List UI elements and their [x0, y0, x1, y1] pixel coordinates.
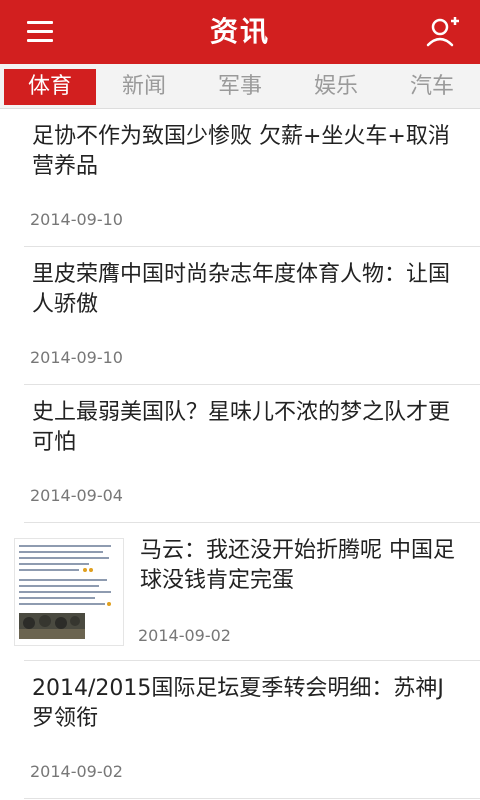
tab-auto[interactable]: 汽车: [386, 69, 478, 105]
article-thumbnail: [14, 538, 124, 646]
article-date: 2014-09-10: [30, 348, 123, 367]
user-add-icon[interactable]: [426, 16, 460, 48]
article-date: 2014-09-02: [138, 626, 231, 645]
list-item[interactable]: 2014/2015国际足坛夏季转会明细：苏神J罗领衔 2014-09-02: [24, 661, 480, 799]
article-date: 2014-09-10: [30, 210, 123, 229]
article-title: 马云：我还没开始折腾呢 中国足球没钱肯定完蛋: [140, 538, 455, 593]
article-list: 足协不作为致国少惨败 欠薪+坐火车+取消营养品 2014-09-10 里皮荣膺中…: [0, 109, 480, 799]
article-title: 里皮荣膺中国时尚杂志年度体育人物：让国人骄傲: [32, 262, 451, 317]
article-title: 史上最弱美国队？星味儿不浓的梦之队才更可怕: [32, 400, 451, 455]
top-bar: 资讯: [0, 0, 480, 64]
list-item[interactable]: 马云：我还没开始折腾呢 中国足球没钱肯定完蛋 2014-09-02: [14, 523, 480, 661]
article-title: 2014/2015国际足坛夏季转会明细：苏神J罗领衔: [32, 676, 444, 731]
article-date: 2014-09-04: [30, 486, 123, 505]
tab-news[interactable]: 新闻: [98, 69, 190, 105]
list-item[interactable]: 足协不作为致国少惨败 欠薪+坐火车+取消营养品 2014-09-10: [24, 109, 480, 247]
category-tabs: 体育 新闻 军事 娱乐 汽车: [0, 64, 480, 109]
article-date: 2014-09-02: [30, 762, 123, 781]
tab-entertainment[interactable]: 娱乐: [290, 69, 382, 105]
article-title: 足协不作为致国少惨败 欠薪+坐火车+取消营养品: [32, 124, 450, 179]
list-item[interactable]: 里皮荣膺中国时尚杂志年度体育人物：让国人骄傲 2014-09-10: [24, 247, 480, 385]
list-item[interactable]: 史上最弱美国队？星味儿不浓的梦之队才更可怕 2014-09-04: [24, 385, 480, 523]
tab-sports[interactable]: 体育: [4, 69, 96, 105]
app-root: 资讯 体育 新闻 军事 娱乐 汽车 足协不作为致国少惨败 欠薪+坐火车+取消营养…: [0, 0, 480, 800]
tab-military[interactable]: 军事: [194, 69, 286, 105]
page-title: 资讯: [209, 15, 270, 48]
